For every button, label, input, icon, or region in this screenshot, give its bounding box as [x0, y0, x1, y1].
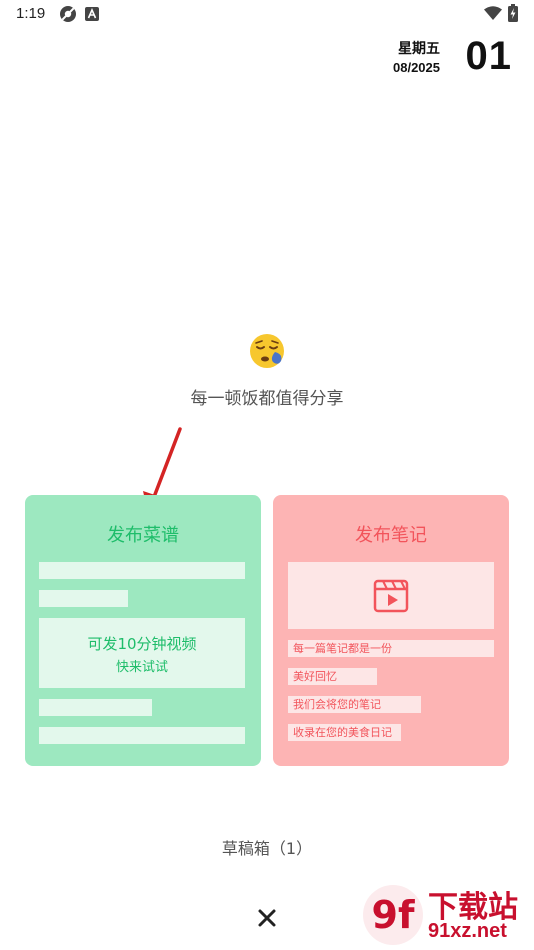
placeholder-bar — [39, 590, 128, 607]
note-text-line: 每一篇笔记都是一份 — [288, 640, 494, 657]
placeholder-bar — [39, 562, 245, 579]
site-watermark: 9f 下载站 91xz.net — [360, 882, 530, 948]
note-text-line: 美好回忆 — [288, 668, 377, 685]
battery-icon — [508, 4, 518, 22]
publish-recipe-title: 发布菜谱 — [107, 525, 179, 546]
video-promo-box: 可发10分钟视频 快来试试 — [39, 618, 245, 688]
close-icon[interactable] — [254, 905, 280, 931]
note-text-line: 收录在您的美食日记 — [288, 724, 401, 741]
video-clapper-icon — [373, 579, 409, 613]
wifi-icon — [484, 6, 502, 20]
drafts-link[interactable]: 草稿箱（1） — [0, 835, 534, 859]
placeholder-bar — [39, 727, 245, 744]
day-number: 01 — [465, 34, 512, 78]
video-promo-text: 可发10分钟视频 — [87, 635, 197, 653]
status-bar: 1:19 — [0, 0, 534, 28]
app-notification-icon — [85, 7, 99, 21]
note-text-line: 我们会将您的笔记 — [288, 696, 421, 713]
publish-note-card[interactable]: 发布笔记 每一篇笔记都是一份 美好回忆 我们会将您的笔记 收录在您的美食日记 — [273, 495, 509, 766]
video-promo-subtext: 快来试试 — [115, 660, 168, 675]
weekday-label: 星期五 — [398, 41, 440, 57]
status-time: 1:19 — [16, 5, 46, 22]
month-year-label: 08/2025 — [393, 60, 440, 75]
watermark-url: 91xz.net — [428, 920, 507, 942]
watermark-logo-icon: 9f — [363, 885, 423, 945]
note-media-box — [288, 562, 494, 629]
sync-status-icon — [60, 6, 76, 22]
sleepy-face-icon — [250, 334, 284, 368]
placeholder-bar — [39, 699, 152, 716]
publish-recipe-card[interactable]: 发布菜谱 可发10分钟视频 快来试试 — [25, 495, 261, 766]
watermark-logo-text: 9f — [372, 893, 415, 937]
publish-note-title: 发布笔记 — [355, 525, 427, 546]
tagline: 每一顿饭都值得分享 — [190, 389, 344, 409]
